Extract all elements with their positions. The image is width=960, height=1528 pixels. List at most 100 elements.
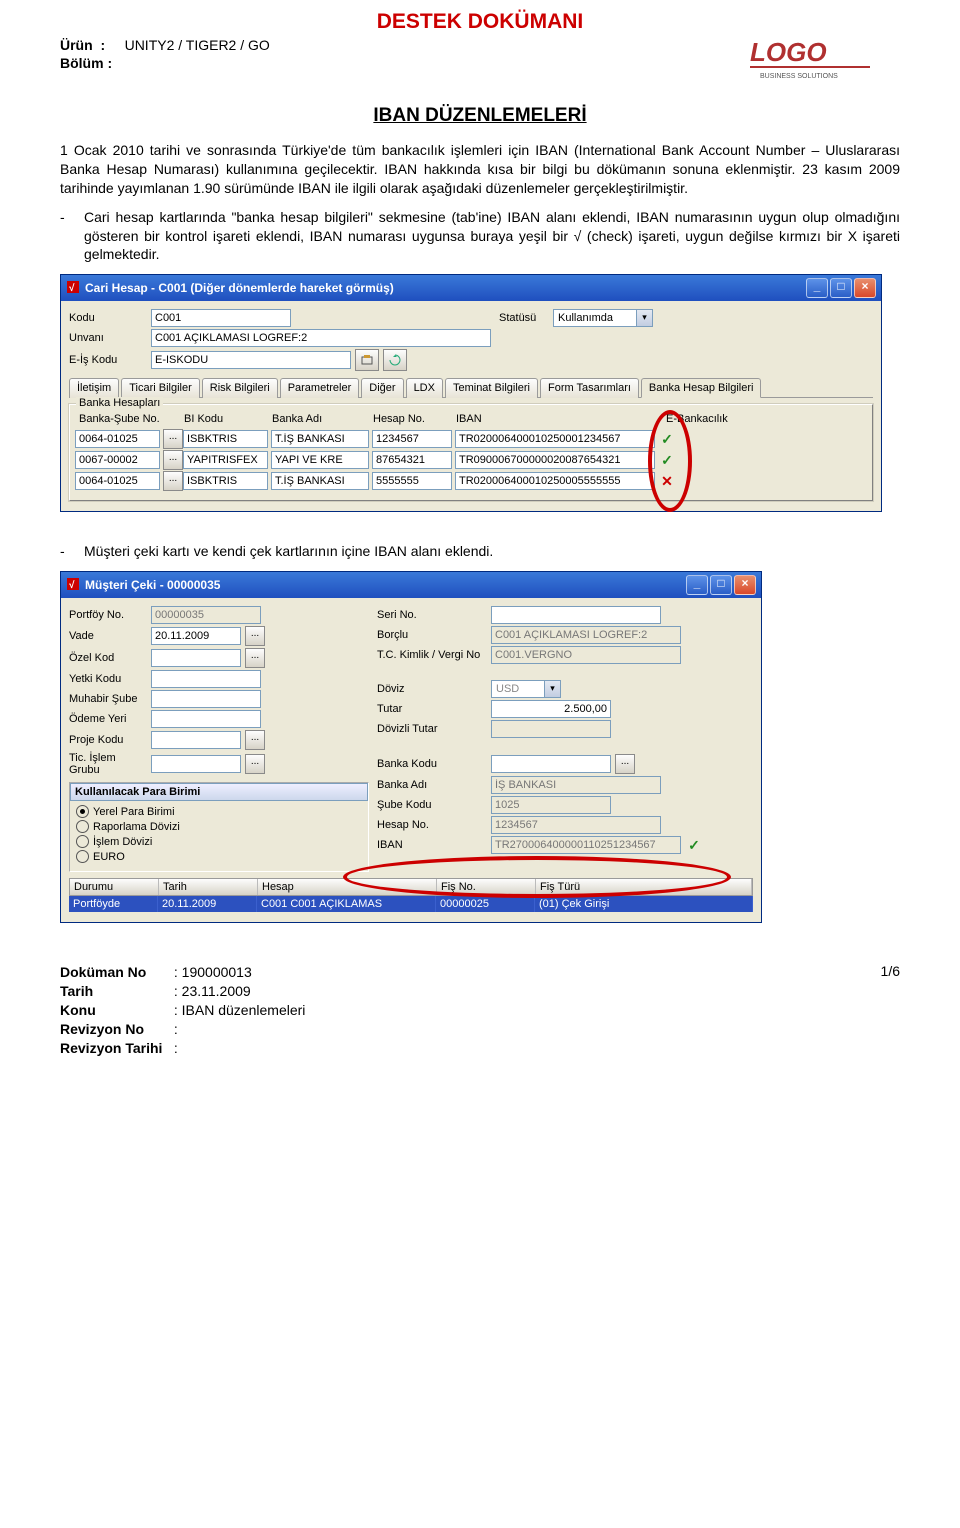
iban-input[interactable] [455,472,655,490]
bankadi-input[interactable] [271,451,369,469]
tab-iletisim[interactable]: İletişim [69,378,119,398]
ozelkod-input[interactable] [151,649,241,667]
vade-input[interactable] [151,627,241,645]
check-icon: ✓ [658,452,676,469]
radio-yerel[interactable]: Yerel Para Birimi [76,805,362,818]
iban-input[interactable] [455,451,655,469]
hdr-bikodu: BI Kodu [184,413,272,425]
eis-input[interactable] [151,351,351,369]
browse-icon[interactable] [355,349,379,371]
tab-banka[interactable]: Banka Hesap Bilgileri [641,378,762,398]
tab-ticari[interactable]: Ticari Bilgiler [121,378,200,398]
tab-diger[interactable]: Diğer [361,378,403,398]
ellipsis-button[interactable]: ... [245,648,265,668]
radio-islem[interactable]: İşlem Dövizi [76,835,362,848]
hesap-input[interactable] [372,451,452,469]
cell-hesap: C001 C001 AÇIKLAMAS [257,896,436,912]
muhabir-label: Muhabir Şube [69,693,147,705]
bankakodu-input[interactable] [491,755,611,773]
doviz-combo[interactable]: USD▾ [491,680,561,698]
ellipsis-button[interactable]: ... [163,450,183,470]
dokuman-no-label: Doküman No [60,964,146,980]
tab-teminat[interactable]: Teminat Bilgileri [445,378,538,398]
bullet-body-2: Müşteri çeki kartı ve kendi çek kartları… [84,542,900,561]
radio-icon [76,805,89,818]
svg-text:√: √ [69,580,75,591]
para-birimi-title: Kullanılacak Para Birimi [70,783,368,801]
bankadi-input[interactable] [271,472,369,490]
yetki-input[interactable] [151,670,261,688]
bikodu-input[interactable] [183,451,268,469]
proje-input[interactable] [151,731,241,749]
statusu-combo[interactable]: Kullanımda ▾ [553,309,653,327]
kodu-input[interactable] [151,309,291,327]
maximize-button[interactable]: □ [710,575,732,595]
app-icon: √ [66,577,80,594]
cell-fisturu: (01) Çek Girişi [535,896,753,912]
sube-input[interactable] [75,472,160,490]
ellipsis-button[interactable]: ... [245,626,265,646]
cari-hesap-body: Kodu Statüsü Kullanımda ▾ Unvanı E-İş Ko… [61,301,881,511]
footer: Doküman No : 190000013 Tarih : 23.11.200… [60,963,900,1057]
hdr-iban: IBAN [456,413,666,425]
tab-risk[interactable]: Risk Bilgileri [202,378,278,398]
footer-meta: Doküman No : 190000013 Tarih : 23.11.200… [60,963,305,1057]
sube-input[interactable] [75,451,160,469]
ellipsis-button[interactable]: ... [615,754,635,774]
para-birimi-frame: Kullanılacak Para Birimi Yerel Para Biri… [69,782,369,872]
tarih-value: 23.11.2009 [182,983,251,999]
close-button[interactable]: × [854,278,876,298]
minimize-button[interactable]: _ [686,575,708,595]
ellipsis-button[interactable]: ... [245,754,265,774]
bikodu-input[interactable] [183,430,268,448]
ticislem-label: Tic. İşlem Grubu [69,752,147,776]
radio-label: Yerel Para Birimi [93,806,175,818]
subekodu-label: Şube Kodu [377,799,487,811]
hdr-sube: Banka-Şube No. [79,413,184,425]
seri-input[interactable] [491,606,661,624]
iban-label: IBAN [377,839,487,851]
maximize-button[interactable]: □ [830,278,852,298]
window-controls: _ □ × [686,575,756,595]
grid-row[interactable]: Portföyde 20.11.2009 C001 C001 AÇIKLAMAS… [69,896,753,912]
bankakodu-label: Banka Kodu [377,758,487,770]
eis-label: E-İş Kodu [69,354,147,366]
tab-parametreler[interactable]: Parametreler [280,378,360,398]
hesap-input[interactable] [372,430,452,448]
left-column: Portföy No. Vade... Özel Kod... Yetki Ko… [69,604,369,872]
radio-euro[interactable]: EURO [76,850,362,863]
sube-input[interactable] [75,430,160,448]
bikodu-input[interactable] [183,472,268,490]
banka-row: ... ✓ [75,429,867,449]
tutar-input[interactable] [491,700,611,718]
bolum-label: Bölüm [60,55,104,71]
tab-form[interactable]: Form Tasarımları [540,378,639,398]
odeme-label: Ödeme Yeri [69,713,147,725]
radio-raporlama[interactable]: Raporlama Dövizi [76,820,362,833]
doviz-value: USD [492,683,544,695]
ellipsis-button[interactable]: ... [245,730,265,750]
ellipsis-button[interactable]: ... [163,429,183,449]
muhabir-input[interactable] [151,690,261,708]
tab-ldx[interactable]: LDX [406,378,443,398]
minimize-button[interactable]: _ [806,278,828,298]
chevron-down-icon[interactable]: ▾ [544,681,560,697]
doc-header: Ürün : UNITY2 / TIGER2 / GO Bölüm : LOGO… [60,36,900,91]
grid-header: Durumu Tarih Hesap Fiş No. Fiş Türü [69,878,753,896]
close-button[interactable]: × [734,575,756,595]
refresh-icon[interactable] [383,349,407,371]
unvani-input[interactable] [151,329,491,347]
chevron-down-icon[interactable]: ▾ [636,310,652,326]
iban-input[interactable] [455,430,655,448]
odeme-input[interactable] [151,710,261,728]
bankadi-input[interactable] [271,430,369,448]
radio-icon [76,820,89,833]
radio-icon [76,835,89,848]
ticislem-input[interactable] [151,755,241,773]
musteri-ceki-body: Portföy No. Vade... Özel Kod... Yetki Ko… [61,598,761,922]
tutar-label: Tutar [377,703,487,715]
ellipsis-button[interactable]: ... [163,471,183,491]
kodu-label: Kodu [69,312,147,324]
ozelkod-label: Özel Kod [69,652,147,664]
hesap-input[interactable] [372,472,452,490]
